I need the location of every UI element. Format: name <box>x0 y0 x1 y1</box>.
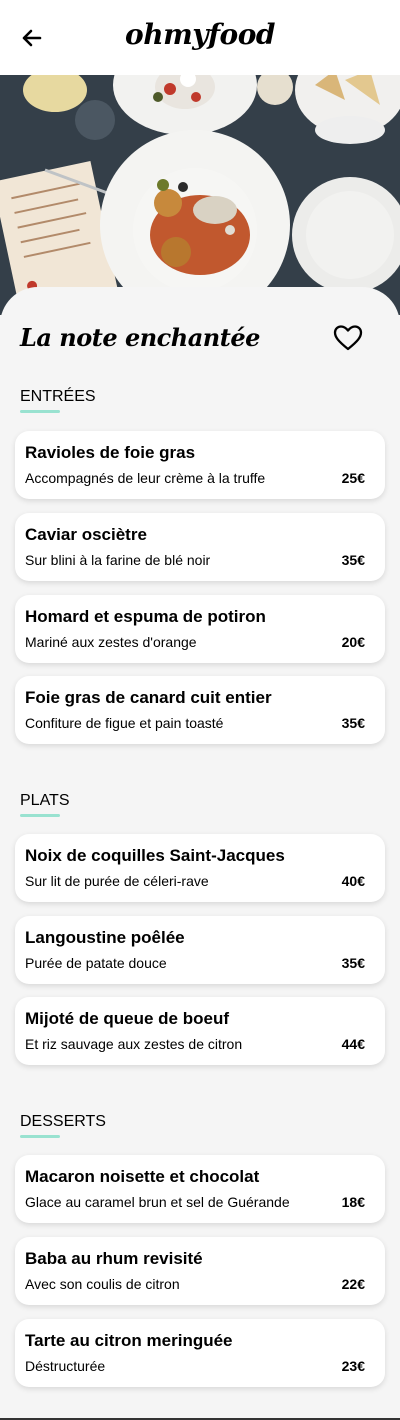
menu-item-description: Déstructurée <box>25 1358 106 1374</box>
menu-item-price: 40€ <box>341 873 365 889</box>
menu-item-name: Mijoté de queue de boeuf <box>25 1009 230 1028</box>
menu-item-name: Caviar osciètre <box>25 525 147 544</box>
menu-item-name: Foie gras de canard cuit entier <box>25 688 272 707</box>
menu-item-description: Confiture de figue et pain toasté <box>25 715 224 731</box>
menu-item-card[interactable]: Noix de coquilles Saint-Jacques Sur lit … <box>15 834 385 902</box>
favorite-button[interactable] <box>333 324 363 352</box>
section-underline <box>20 410 60 413</box>
menu-item-price: 25€ <box>341 470 365 486</box>
menu-item-price: 35€ <box>341 955 365 971</box>
menu-item-card[interactable]: Ravioles de foie gras Accompagnés de leu… <box>15 431 385 499</box>
menu-item-description: Sur blini à la farine de blé noir <box>25 552 211 568</box>
section-title-plats: PLATS <box>20 792 70 809</box>
menu-item-price: 23€ <box>341 1358 365 1374</box>
app-logo[interactable]: ohmyfood <box>0 18 400 51</box>
menu-sheet: La note enchantée ENTRÉES Ravioles de fo… <box>0 287 400 1420</box>
menu-item-price: 35€ <box>341 715 365 731</box>
menu-item-card[interactable]: Langoustine poêlée Purée de patate douce… <box>15 916 385 984</box>
section-underline <box>20 1135 60 1138</box>
menu-item-card[interactable]: Homard et espuma de potiron Mariné aux z… <box>15 595 385 663</box>
menu-item-description: Mariné aux zestes d'orange <box>25 634 197 650</box>
menu-item-name: Baba au rhum revisité <box>25 1249 203 1268</box>
section-title-entrees: ENTRÉES <box>20 388 96 405</box>
menu-item-description: Purée de patate douce <box>25 955 167 971</box>
menu-item-name: Ravioles de foie gras <box>25 443 196 462</box>
restaurant-title: La note enchantée <box>20 323 260 352</box>
menu-item-description: Glace au caramel brun et sel de Guérande <box>25 1194 290 1210</box>
menu-item-name: Langoustine poêlée <box>25 928 185 947</box>
app-header: ohmyfood <box>0 0 400 75</box>
menu-item-description: Avec son coulis de citron <box>25 1276 180 1292</box>
menu-item-name: Noix de coquilles Saint-Jacques <box>25 846 285 865</box>
menu-item-price: 44€ <box>341 1036 365 1052</box>
menu-item-price: 22€ <box>341 1276 365 1292</box>
menu-item-description: Accompagnés de leur crème à la truffe <box>25 470 266 486</box>
section-title-desserts: DESSERTS <box>20 1113 106 1130</box>
heart-outline-icon <box>333 325 363 351</box>
menu-item-name: Homard et espuma de potiron <box>25 607 266 626</box>
menu-item-card[interactable]: Baba au rhum revisité Avec son coulis de… <box>15 1237 385 1305</box>
menu-item-card[interactable]: Caviar osciètre Sur blini à la farine de… <box>15 513 385 581</box>
menu-item-price: 20€ <box>341 634 365 650</box>
menu-item-card[interactable]: Mijoté de queue de boeuf Et riz sauvage … <box>15 997 385 1065</box>
menu-item-description: Et riz sauvage aux zestes de citron <box>25 1036 243 1052</box>
menu-item-name: Tarte au citron meringuée <box>25 1331 233 1350</box>
section-underline <box>20 814 60 817</box>
menu-item-card[interactable]: Macaron noisette et chocolat Glace au ca… <box>15 1155 385 1223</box>
menu-item-card[interactable]: Foie gras de canard cuit entier Confitur… <box>15 676 385 744</box>
menu-item-name: Macaron noisette et chocolat <box>25 1167 260 1186</box>
menu-item-card[interactable]: Tarte au citron meringuée Déstructurée 2… <box>15 1319 385 1387</box>
menu-item-description: Sur lit de purée de céleri-rave <box>25 873 209 889</box>
menu-item-price: 18€ <box>341 1194 365 1210</box>
restaurant-hero-image <box>0 75 400 315</box>
menu-item-price: 35€ <box>341 552 365 568</box>
